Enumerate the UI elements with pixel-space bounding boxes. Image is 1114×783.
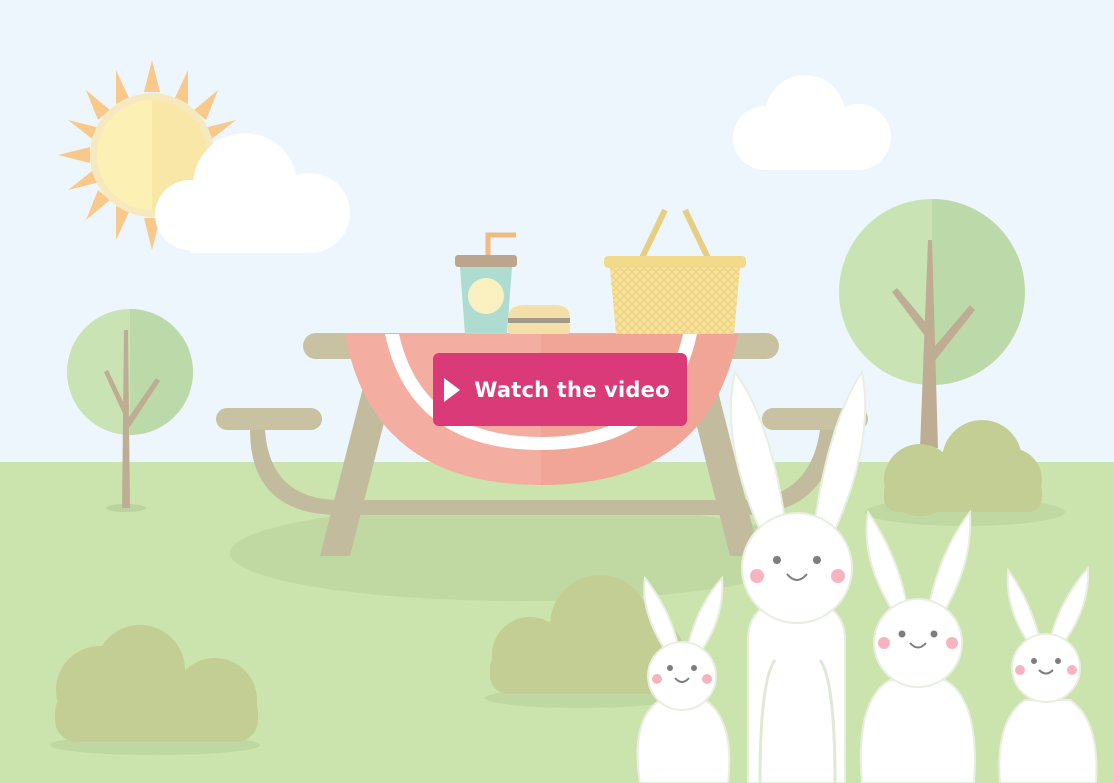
sandwich: [508, 305, 570, 334]
watch-video-button[interactable]: Watch the video: [433, 353, 687, 426]
play-icon: [444, 377, 461, 402]
watch-video-label: Watch the video: [474, 377, 670, 402]
